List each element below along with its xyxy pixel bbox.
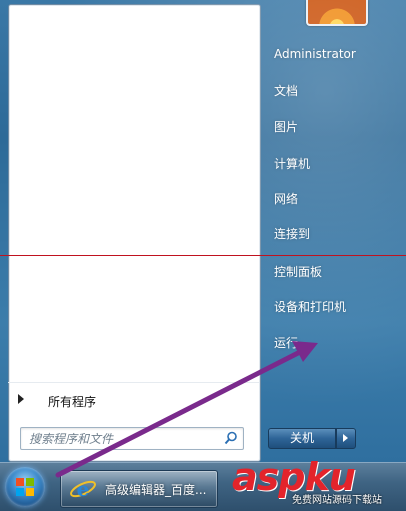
all-programs-label: 所有程序 [48,395,97,409]
watermark-logo: aspku 免费网站源码下载站 [232,455,406,510]
arrow-right-icon [18,394,24,404]
shutdown-options-button[interactable] [336,428,356,449]
menu-item-username[interactable]: Administrator [274,47,356,61]
taskbar-button-editor[interactable]: e 高级编辑器_百度... [60,470,218,508]
shutdown-button[interactable]: 关机 [268,428,336,449]
menu-item-control-panel[interactable]: 控制面板 [274,263,322,280]
menu-item-pictures[interactable]: 图片 [274,118,298,135]
menu-item-devices-printers[interactable]: 设备和打印机 [274,298,346,315]
svg-text:e: e [77,477,90,501]
watermark-tagline: 免费网站源码下载站 [292,495,382,506]
menu-item-documents[interactable]: 文档 [274,82,298,99]
menu-item-connect-to[interactable]: 连接到 [274,225,310,242]
search-icon[interactable] [224,431,238,445]
search-box[interactable] [20,427,244,450]
all-programs-item[interactable]: 所有程序 [8,382,259,419]
internet-explorer-icon: e [70,477,96,501]
annotation-line [0,255,406,256]
start-menu: 所有程序 Administrator 文档 图片 计算机 网络 连接到 控制面板… [0,0,406,462]
windows-logo-icon [16,478,34,496]
menu-item-computer[interactable]: 计算机 [274,155,310,172]
taskbar-button-label: 高级编辑器_百度... [105,483,207,497]
search-input[interactable] [27,430,221,448]
menu-item-network[interactable]: 网络 [274,190,298,207]
menu-item-run[interactable]: 运行... [274,334,309,351]
user-picture-icon[interactable] [306,0,368,26]
windows-start-icon[interactable] [5,467,45,507]
